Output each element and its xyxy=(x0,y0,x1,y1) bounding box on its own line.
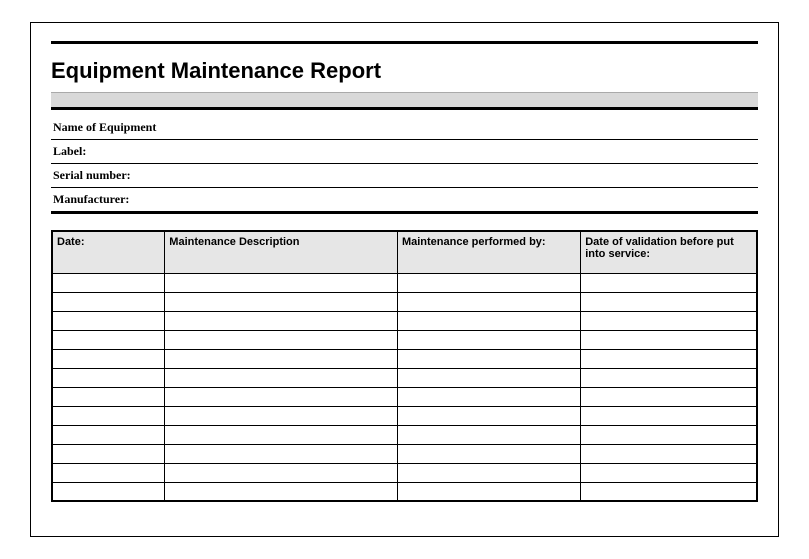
table-cell xyxy=(52,406,165,425)
info-row: Label: xyxy=(51,140,758,164)
info-row: Serial number: xyxy=(51,164,758,188)
table-row xyxy=(52,387,757,406)
info-row: Manufacturer: xyxy=(51,188,758,213)
table-cell xyxy=(581,482,757,501)
table-cell xyxy=(52,425,165,444)
document-page: Equipment Maintenance Report Name of Equ… xyxy=(30,22,779,537)
table-cell xyxy=(581,406,757,425)
table-cell xyxy=(165,349,398,368)
table-cell xyxy=(397,463,580,482)
table-row xyxy=(52,482,757,501)
table-cell xyxy=(397,273,580,292)
table-cell xyxy=(397,482,580,501)
table-cell xyxy=(581,368,757,387)
info-value xyxy=(390,164,758,188)
table-cell xyxy=(581,311,757,330)
table-cell xyxy=(52,349,165,368)
top-rule xyxy=(51,41,758,44)
table-row xyxy=(52,463,757,482)
table-cell xyxy=(581,349,757,368)
col-description-header: Maintenance Description xyxy=(165,231,398,273)
table-row xyxy=(52,311,757,330)
table-cell xyxy=(581,444,757,463)
table-row xyxy=(52,406,757,425)
info-row: Name of Equipment xyxy=(51,116,758,140)
table-row xyxy=(52,330,757,349)
info-label: Name of Equipment xyxy=(51,116,390,140)
table-cell xyxy=(52,330,165,349)
table-cell xyxy=(165,311,398,330)
info-value xyxy=(390,188,758,213)
table-cell xyxy=(581,273,757,292)
table-cell xyxy=(165,463,398,482)
table-cell xyxy=(52,482,165,501)
table-cell xyxy=(581,387,757,406)
table-row xyxy=(52,273,757,292)
table-cell xyxy=(165,387,398,406)
table-cell xyxy=(52,311,165,330)
table-cell xyxy=(397,406,580,425)
table-cell xyxy=(397,330,580,349)
table-row xyxy=(52,444,757,463)
table-row xyxy=(52,292,757,311)
table-cell xyxy=(397,311,580,330)
table-cell xyxy=(581,463,757,482)
table-cell xyxy=(52,463,165,482)
table-cell xyxy=(397,368,580,387)
log-header-row: Date: Maintenance Description Maintenanc… xyxy=(52,231,757,273)
table-cell xyxy=(165,444,398,463)
table-cell xyxy=(52,444,165,463)
table-cell xyxy=(397,349,580,368)
table-cell xyxy=(397,387,580,406)
table-cell xyxy=(165,292,398,311)
title-band xyxy=(51,92,758,110)
report-title: Equipment Maintenance Report xyxy=(51,58,758,84)
col-date-header: Date: xyxy=(52,231,165,273)
table-row xyxy=(52,349,757,368)
table-cell xyxy=(165,406,398,425)
table-row xyxy=(52,425,757,444)
table-cell xyxy=(581,425,757,444)
table-cell xyxy=(165,330,398,349)
table-cell xyxy=(52,387,165,406)
maintenance-log-table: Date: Maintenance Description Maintenanc… xyxy=(51,230,758,502)
info-label: Label: xyxy=(51,140,390,164)
table-cell xyxy=(52,292,165,311)
table-cell xyxy=(52,368,165,387)
info-label: Manufacturer: xyxy=(51,188,390,213)
info-label: Serial number: xyxy=(51,164,390,188)
table-cell xyxy=(397,292,580,311)
table-cell xyxy=(397,425,580,444)
table-cell xyxy=(165,425,398,444)
col-validation-date-header: Date of validation before put into servi… xyxy=(581,231,757,273)
info-value xyxy=(390,116,758,140)
col-performed-by-header: Maintenance performed by: xyxy=(397,231,580,273)
table-row xyxy=(52,368,757,387)
table-cell xyxy=(52,273,165,292)
table-cell xyxy=(581,292,757,311)
table-cell xyxy=(581,330,757,349)
table-cell xyxy=(397,444,580,463)
table-cell xyxy=(165,273,398,292)
table-cell xyxy=(165,368,398,387)
table-cell xyxy=(165,482,398,501)
info-value xyxy=(390,140,758,164)
equipment-info-table: Name of EquipmentLabel:Serial number:Man… xyxy=(51,116,758,214)
